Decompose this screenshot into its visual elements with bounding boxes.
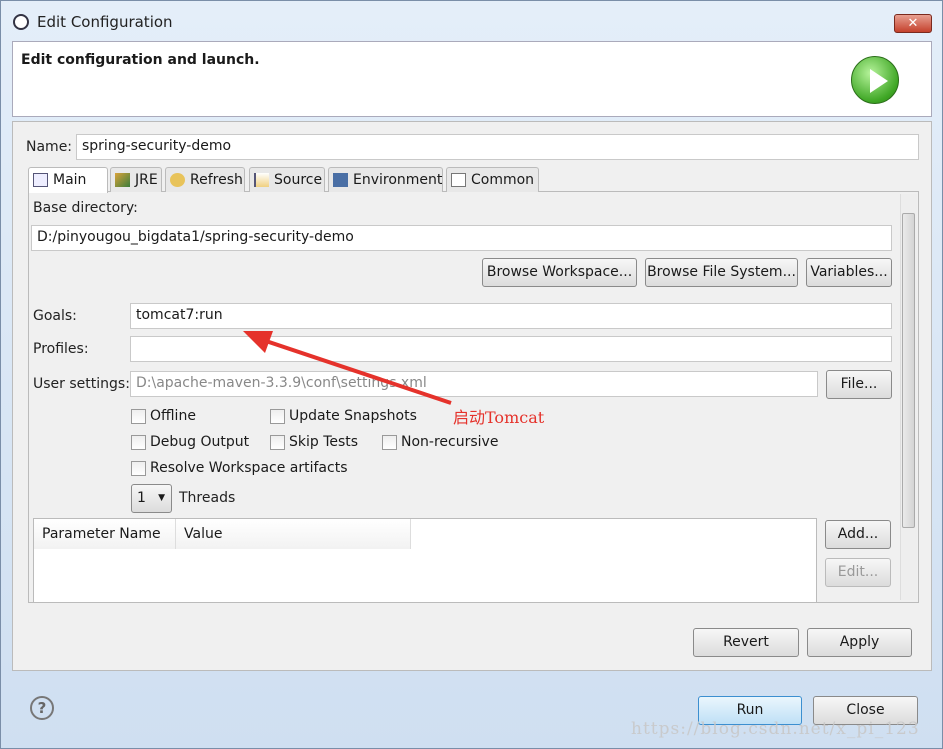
- annotation-arrow: [243, 331, 452, 405]
- tab-label: Refresh: [190, 172, 243, 188]
- environment-icon: [333, 173, 348, 187]
- file-button[interactable]: File...: [826, 370, 892, 399]
- window-title: Edit Configuration: [37, 13, 173, 31]
- profiles-label: Profiles:: [33, 341, 89, 357]
- add-button[interactable]: Add...: [825, 520, 891, 549]
- browse-file-system-button[interactable]: Browse File System...: [645, 258, 798, 287]
- tab-jre[interactable]: JRE: [110, 167, 162, 192]
- dialog-header: Edit configuration and launch.: [12, 41, 932, 117]
- eclipse-icon: [13, 14, 29, 30]
- run-icon: [851, 56, 899, 104]
- column-header-parameter-name[interactable]: Parameter Name: [34, 519, 176, 549]
- column-header-value[interactable]: Value: [176, 519, 411, 549]
- non-recursive-checkbox[interactable]: Non-recursive: [382, 433, 498, 451]
- tab-refresh[interactable]: Refresh: [165, 167, 245, 192]
- tab-label: Environment: [353, 172, 443, 188]
- base-directory-input[interactable]: D:/pinyougou_bigdata1/spring-security-de…: [31, 225, 892, 251]
- resolve-workspace-checkbox[interactable]: Resolve Workspace artifacts: [131, 459, 347, 477]
- dialog-window: Edit Configuration ✕ Edit configuration …: [0, 0, 943, 749]
- parameter-table: Parameter Name Value: [33, 518, 817, 603]
- tab-label: Source: [274, 172, 323, 188]
- edit-button[interactable]: Edit...: [825, 558, 891, 587]
- threads-select[interactable]: 1 ▼: [131, 484, 172, 513]
- name-label: Name:: [26, 139, 73, 155]
- close-icon[interactable]: ✕: [894, 14, 932, 33]
- tab-environment[interactable]: Environment: [328, 167, 443, 192]
- refresh-icon: [170, 173, 185, 187]
- offline-checkbox[interactable]: Offline: [131, 407, 196, 425]
- tab-main[interactable]: Main: [28, 167, 108, 193]
- chevron-down-icon: ▼: [158, 493, 165, 503]
- user-settings-label: User settings:: [33, 376, 130, 392]
- variables-button[interactable]: Variables...: [806, 258, 892, 287]
- scrollbar-thumb[interactable]: [902, 213, 915, 528]
- annotation-text: 启动Tomcat: [453, 408, 545, 427]
- debug-output-checkbox[interactable]: Debug Output: [131, 433, 249, 451]
- watermark: https://blog.csdn.net/x_pi_123: [631, 719, 920, 739]
- tab-label: Common: [471, 172, 535, 188]
- main-tab-icon: [33, 173, 48, 187]
- apply-button[interactable]: Apply: [807, 628, 912, 657]
- goals-label: Goals:: [33, 308, 77, 324]
- skip-tests-checkbox[interactable]: Skip Tests: [270, 433, 358, 451]
- tab-label: JRE: [135, 172, 158, 188]
- threads-label: Threads: [179, 490, 236, 506]
- tab-label: Main: [53, 172, 87, 188]
- header-text: Edit configuration and launch.: [21, 52, 260, 68]
- tab-common[interactable]: Common: [446, 167, 539, 192]
- name-input[interactable]: spring-security-demo: [76, 134, 919, 160]
- help-icon[interactable]: ?: [30, 696, 54, 720]
- common-icon: [451, 173, 466, 187]
- browse-workspace-button[interactable]: Browse Workspace...: [482, 258, 637, 287]
- revert-button[interactable]: Revert: [693, 628, 799, 657]
- source-icon: [254, 173, 269, 187]
- base-directory-label: Base directory:: [33, 200, 138, 216]
- title-bar: Edit Configuration ✕: [1, 1, 942, 41]
- tab-source[interactable]: Source: [249, 167, 325, 192]
- jre-icon: [115, 173, 130, 187]
- threads-value: 1: [137, 490, 146, 506]
